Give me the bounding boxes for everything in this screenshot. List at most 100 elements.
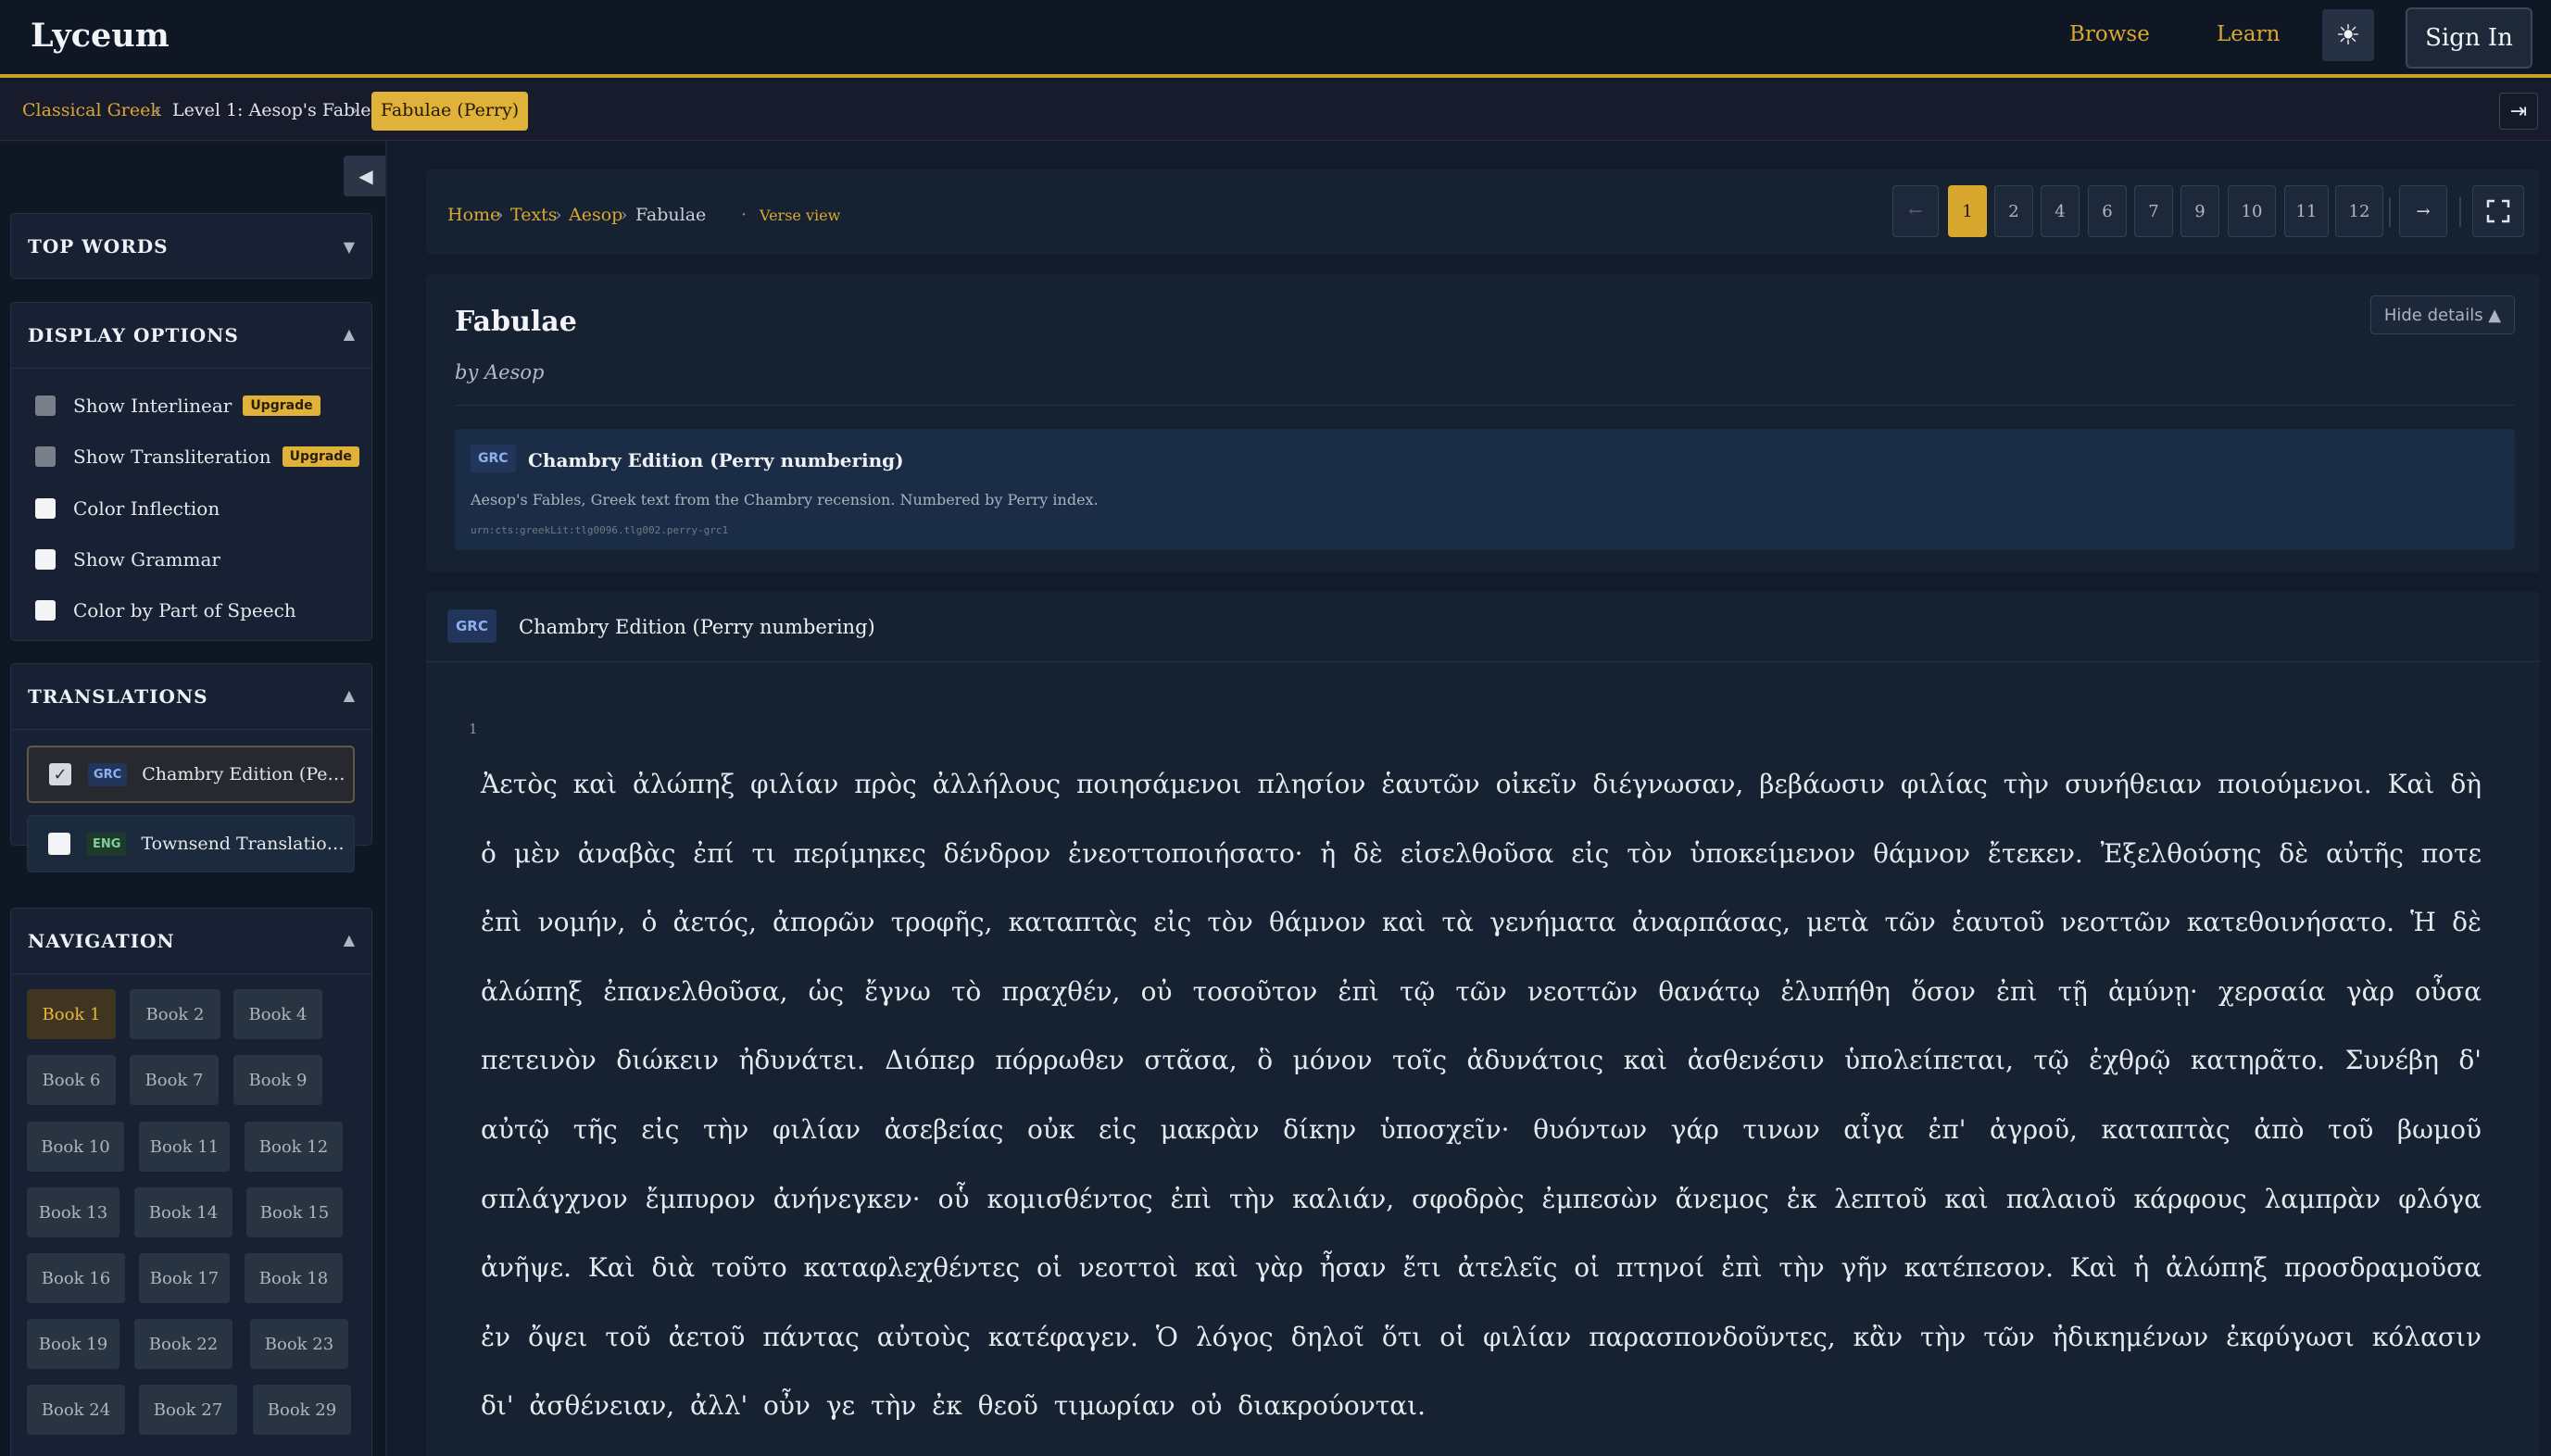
reader-toolbar: Home › Texts › Aesop › Fabulae · Verse v… xyxy=(426,169,2540,255)
option-show-grammar[interactable]: Show Grammar xyxy=(35,548,220,571)
book-button-6[interactable]: Book 6 xyxy=(27,1055,116,1105)
main-content: Home › Texts › Aesop › Fabulae · Verse v… xyxy=(389,142,2551,1456)
checkbox[interactable] xyxy=(35,549,56,570)
page-button-10[interactable]: 10 xyxy=(2228,185,2276,237)
checkbox[interactable] xyxy=(35,446,56,467)
translation-item-chambry[interactable]: ✓ GRC Chambry Edition (Perr... xyxy=(27,746,355,803)
reader-edition-name: Chambry Edition (Perry numbering) xyxy=(519,616,875,638)
book-button-12[interactable]: Book 12 xyxy=(245,1122,343,1172)
book-button-1[interactable]: Book 1 xyxy=(27,989,116,1039)
book-button-9[interactable]: Book 9 xyxy=(233,1055,322,1105)
page-button-11[interactable]: 11 xyxy=(2284,185,2329,237)
fullscreen-button[interactable] xyxy=(2472,185,2524,237)
upgrade-badge[interactable]: Upgrade xyxy=(243,395,320,416)
display-options-title[interactable]: DISPLAY OPTIONS xyxy=(28,324,239,346)
book-button-17[interactable]: Book 17 xyxy=(139,1253,230,1303)
translations-title[interactable]: TRANSLATIONS xyxy=(28,685,208,708)
page-button-1[interactable]: 1 xyxy=(1948,185,1987,237)
crumb-home[interactable]: Home xyxy=(447,205,500,225)
verse-view-link[interactable]: Verse view xyxy=(760,207,840,224)
checkbox[interactable] xyxy=(35,498,56,519)
book-button-11[interactable]: Book 11 xyxy=(139,1122,230,1172)
book-button-19[interactable]: Book 19 xyxy=(27,1319,119,1369)
option-color-inflection[interactable]: Color Inflection xyxy=(35,497,220,520)
divider xyxy=(2459,197,2461,227)
checkbox[interactable] xyxy=(35,600,56,621)
exit-button[interactable]: ⇥ xyxy=(2499,93,2538,130)
top-words-title: TOP WORDS xyxy=(28,235,169,257)
crumb-fabulae: Fabulae xyxy=(635,205,707,225)
book-button-7[interactable]: Book 7 xyxy=(130,1055,219,1105)
option-label: Show Interlinear xyxy=(73,395,232,417)
page-button-7[interactable]: 7 xyxy=(2134,185,2173,237)
crumb-texts[interactable]: Texts xyxy=(510,205,558,225)
next-page-button[interactable]: → xyxy=(2399,185,2447,237)
text-title: Fabulae xyxy=(455,306,577,338)
book-button-27[interactable]: Book 27 xyxy=(139,1385,237,1435)
book-button-24[interactable]: Book 24 xyxy=(27,1385,125,1435)
book-button-15[interactable]: Book 15 xyxy=(246,1187,343,1237)
option-show-interlinear[interactable]: Show Interlinear Upgrade xyxy=(35,395,320,417)
breadcrumb-current[interactable]: Fabulae (Perry) xyxy=(371,92,529,131)
navigation-title[interactable]: NAVIGATION xyxy=(28,930,175,952)
book-button-23[interactable]: Book 23 xyxy=(250,1319,348,1369)
learn-link[interactable]: Learn xyxy=(2217,22,2280,46)
page-button-6[interactable]: 6 xyxy=(2088,185,2127,237)
greek-text[interactable]: Ἀετὸς καὶ ἀλώπηξ φιλίαν πρὸς ἀλλήλους πο… xyxy=(481,750,2482,1441)
upgrade-badge[interactable]: Upgrade xyxy=(282,446,359,467)
option-color-by-pos[interactable]: Color by Part of Speech xyxy=(35,599,296,621)
arrow-left-icon: ← xyxy=(1908,201,1923,221)
book-button-16[interactable]: Book 16 xyxy=(27,1253,125,1303)
display-options-panel: DISPLAY OPTIONS ▲ Show Interlinear Upgra… xyxy=(10,302,372,641)
book-button-2[interactable]: Book 2 xyxy=(130,989,220,1039)
breadcrumb-separator: › xyxy=(351,100,358,120)
text-details-card: Fabulae by Aesop Hide details ▲ GRC Cham… xyxy=(426,274,2540,572)
option-show-transliteration[interactable]: Show Transliteration Upgrade xyxy=(35,446,359,468)
breadcrumb-separator: › xyxy=(154,100,161,120)
translation-name: Chambry Edition (Perr... xyxy=(142,764,348,784)
breadcrumb-classical-greek[interactable]: Classical Greek xyxy=(22,100,161,120)
book-button-29[interactable]: Book 29 xyxy=(253,1385,351,1435)
chevron-up-icon[interactable]: ▲ xyxy=(344,931,355,948)
breadcrumb-level[interactable]: Level 1: Aesop's Fables xyxy=(172,100,380,120)
app-logo[interactable]: Lyceum xyxy=(31,17,170,55)
prev-page-button[interactable]: ← xyxy=(1892,185,1939,237)
collapse-sidebar-button[interactable]: ◀ xyxy=(344,156,385,196)
checkbox[interactable] xyxy=(48,833,70,855)
checkbox[interactable] xyxy=(35,395,56,416)
book-button-10[interactable]: Book 10 xyxy=(27,1122,124,1172)
page-button-12[interactable]: 12 xyxy=(2335,185,2383,237)
page-button-2[interactable]: 2 xyxy=(1994,185,2033,237)
book-button-4[interactable]: Book 4 xyxy=(233,989,322,1039)
crumb-dot: · xyxy=(741,205,748,225)
sign-in-button[interactable]: Sign In xyxy=(2406,7,2532,69)
arrow-right-exit-icon: ⇥ xyxy=(2509,99,2528,123)
crumb-aesop[interactable]: Aesop xyxy=(569,205,622,225)
lang-badge: GRC xyxy=(88,762,128,786)
hide-details-button[interactable]: Hide details ▲ xyxy=(2370,295,2515,334)
theme-toggle-button[interactable]: ☀ xyxy=(2322,9,2374,61)
book-button-18[interactable]: Book 18 xyxy=(245,1253,343,1303)
chevron-down-icon: ▼ xyxy=(343,238,355,256)
top-words-panel[interactable]: TOP WORDS ▼ xyxy=(10,213,372,279)
sidebar: ◀ TOP WORDS ▼ DISPLAY OPTIONS ▲ Show Int… xyxy=(0,142,387,1456)
chevron-up-icon[interactable]: ▲ xyxy=(344,686,355,704)
translation-item-townsend[interactable]: ENG Townsend Translation ... xyxy=(27,815,355,872)
lang-badge: GRC xyxy=(447,609,496,643)
book-button-14[interactable]: Book 14 xyxy=(134,1187,232,1237)
lang-badge: ENG xyxy=(87,832,127,856)
page-button-9[interactable]: 9 xyxy=(2180,185,2219,237)
check-icon[interactable]: ✓ xyxy=(49,763,71,785)
book-button-22[interactable]: Book 22 xyxy=(134,1319,232,1369)
edition-card: GRC Chambry Edition (Perry numbering) Ae… xyxy=(455,429,2515,550)
arrow-right-icon: → xyxy=(2416,201,2431,221)
book-button-13[interactable]: Book 13 xyxy=(27,1187,119,1237)
chevron-up-icon[interactable]: ▲ xyxy=(344,325,355,343)
page-button-4[interactable]: 4 xyxy=(2041,185,2080,237)
browse-link[interactable]: Browse xyxy=(2069,22,2150,46)
top-bar: Lyceum Browse Learn ☀ Sign In xyxy=(0,0,2551,78)
divider xyxy=(11,973,371,974)
sun-icon: ☀ xyxy=(2335,19,2361,52)
lang-badge: GRC xyxy=(471,445,516,472)
option-label: Color Inflection xyxy=(73,497,220,520)
